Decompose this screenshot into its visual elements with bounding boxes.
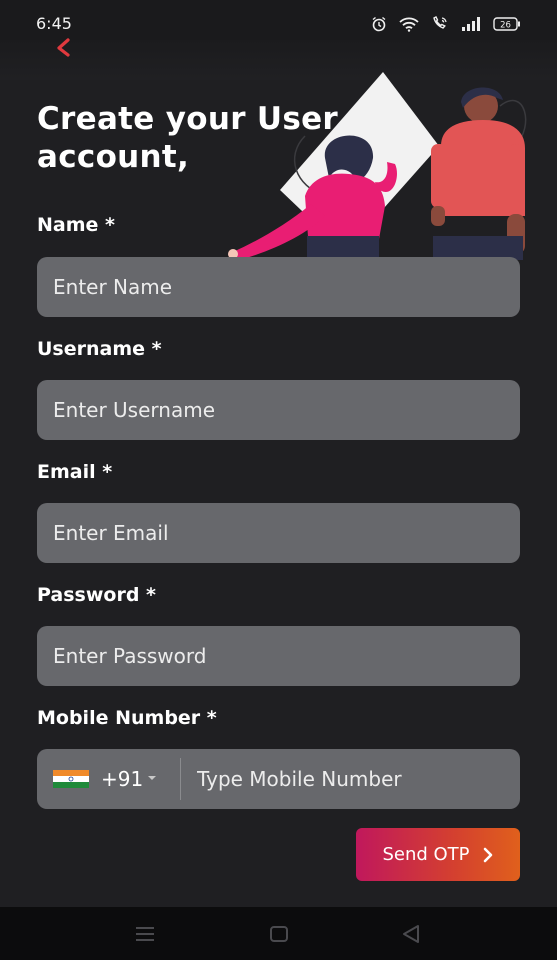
wifi-icon	[399, 17, 419, 32]
menu-icon	[136, 927, 154, 941]
username-label: Username *	[37, 338, 162, 360]
email-input[interactable]	[37, 503, 520, 563]
password-label: Password *	[37, 584, 156, 606]
name-label: Name *	[37, 214, 115, 236]
svg-text:26: 26	[500, 21, 511, 31]
name-input[interactable]	[37, 257, 520, 317]
home-button[interactable]	[266, 921, 292, 947]
page-title: Create your User account,	[37, 100, 377, 176]
india-flag-icon[interactable]	[53, 770, 89, 788]
chevron-down-icon[interactable]	[147, 775, 157, 781]
country-code[interactable]: +91	[101, 767, 143, 791]
email-label: Email *	[37, 461, 113, 483]
status-time: 6:45	[36, 14, 72, 33]
username-input[interactable]	[37, 380, 520, 440]
status-icons: 26	[371, 16, 521, 32]
send-otp-label: Send OTP	[382, 844, 470, 865]
signal-icon	[462, 17, 480, 31]
battery-icon: 26	[493, 17, 520, 31]
page-title-line2: account,	[37, 139, 190, 175]
status-bar: 6:45 26	[0, 0, 557, 40]
page-title-line1: Create your User	[37, 101, 339, 137]
system-back-button[interactable]	[398, 921, 424, 947]
chevron-right-icon	[483, 847, 492, 862]
mobile-input[interactable]	[197, 749, 507, 809]
back-triangle-icon	[403, 925, 419, 943]
mobile-label: Mobile Number *	[37, 707, 217, 729]
back-button[interactable]	[50, 36, 78, 62]
wifi-calling-icon	[433, 16, 447, 29]
mobile-field: +91	[37, 749, 520, 809]
navigation-bar	[0, 907, 557, 960]
chevron-left-icon	[57, 38, 70, 57]
phone-divider	[180, 758, 181, 800]
password-input[interactable]	[37, 626, 520, 686]
menu-button[interactable]	[132, 921, 158, 947]
send-otp-button[interactable]: Send OTP	[356, 828, 520, 881]
home-square-icon	[270, 926, 288, 942]
alarm-icon	[372, 16, 386, 32]
